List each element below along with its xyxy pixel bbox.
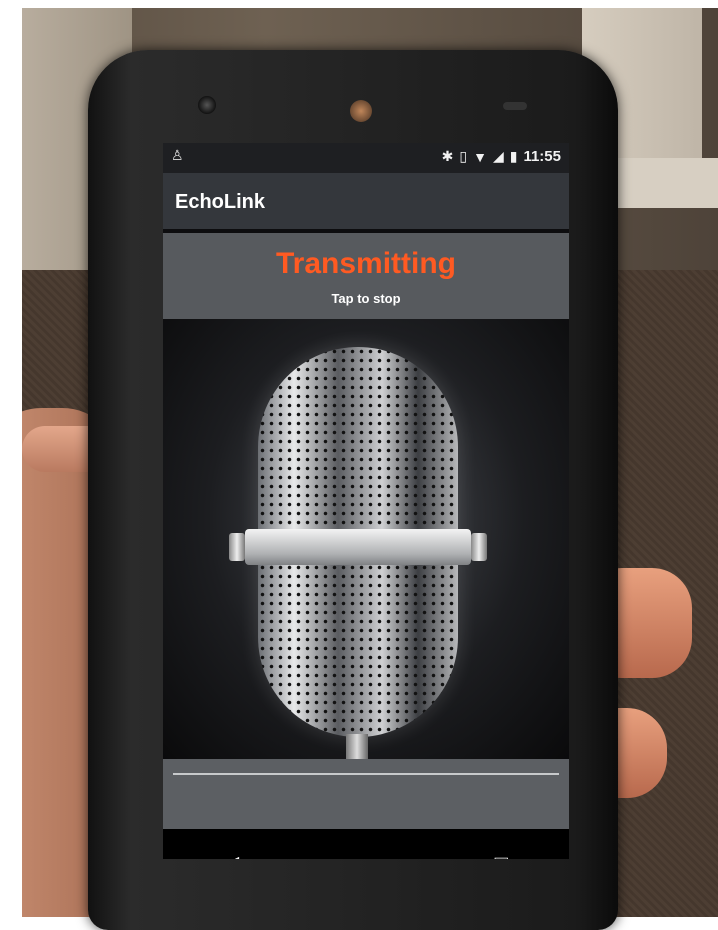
microphone-knob-right [471,533,487,561]
status-icons: ✱ ▯ ▼ ◢ ▮ 11:55 [442,148,561,165]
proximity-sensor [503,102,527,110]
microphone-band [245,529,471,565]
transmit-hint: Tap to stop [331,291,401,306]
microphone-stand [346,734,368,760]
cell-signal-icon: ◢ [492,148,504,164]
signal-tower-icon: ♙ [171,147,184,163]
audio-level-bar [173,773,559,775]
front-camera-icon [198,96,216,114]
speaker-grille-icon [350,100,372,122]
wifi-icon: ▼ [473,148,487,165]
app-bar: EchoLink [163,173,569,229]
app-title: EchoLink [175,191,266,213]
recents-icon[interactable]: □ [471,851,531,859]
audio-level-panel [163,759,569,829]
microphone-knob-left [229,533,245,561]
transmit-button[interactable]: Transmitting Tap to stop [163,233,569,319]
bluetooth-icon: ✱ [441,148,454,164]
clock: 11:55 [523,148,561,165]
microphone-area[interactable] [163,319,569,760]
vibrate-icon: ▯ [459,148,468,164]
status-bar: ♙ ✱ ▯ ▼ ◢ ▮ 11:55 [163,143,569,173]
phone-screen: ♙ ✱ ▯ ▼ ◢ ▮ 11:55 EchoLink Transmitting … [163,143,569,859]
home-icon[interactable]: ○ [336,851,396,859]
battery-icon: ▮ [509,148,518,164]
transmit-status-label: Transmitting [275,247,456,280]
navigation-bar: ◁ ○ □ [163,829,569,859]
back-icon[interactable]: ◁ [201,851,261,859]
